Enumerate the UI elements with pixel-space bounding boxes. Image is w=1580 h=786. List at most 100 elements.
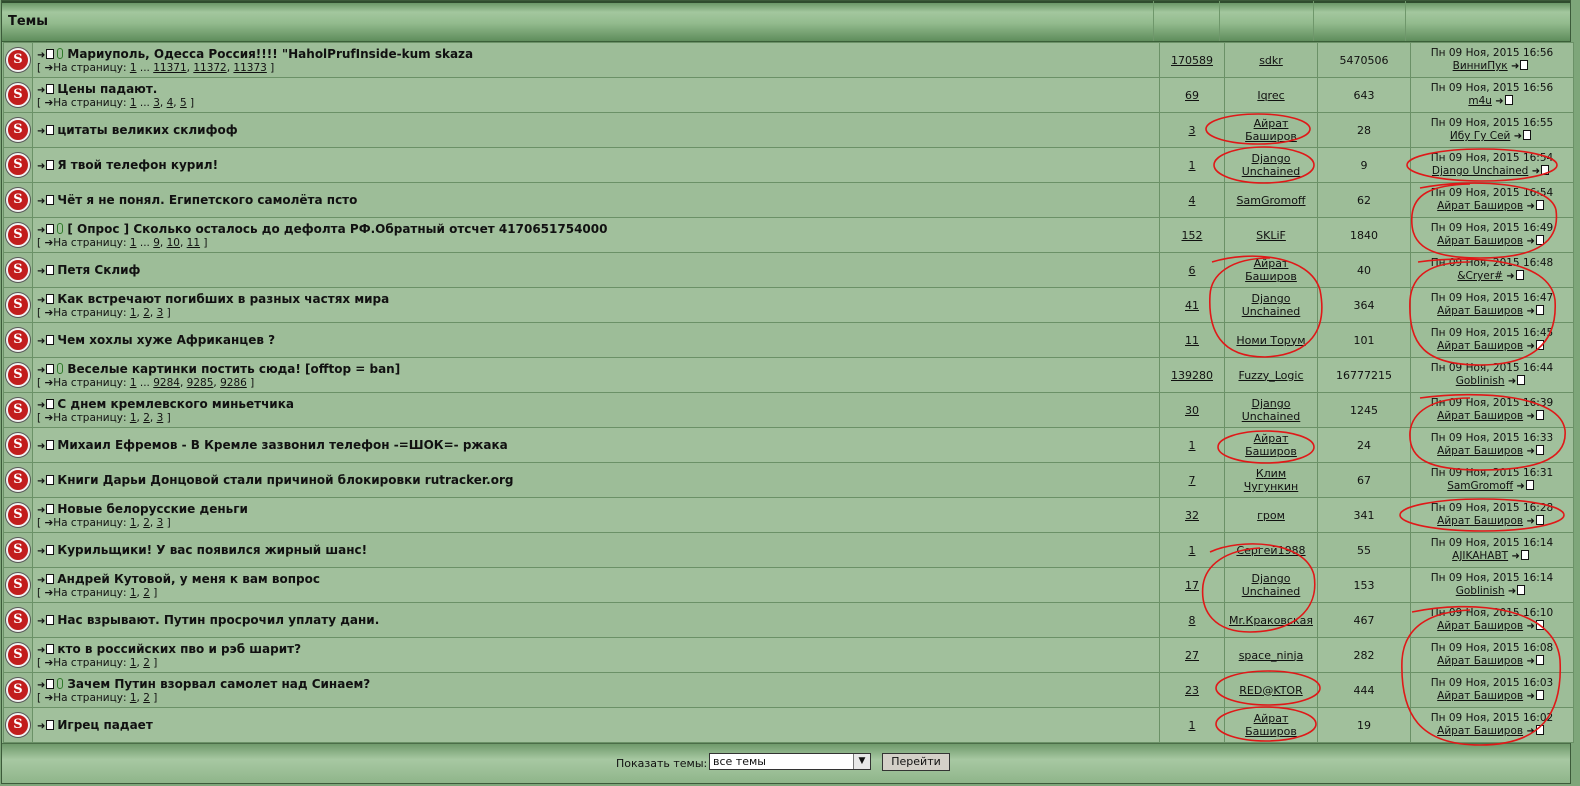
goto-last-post-icon[interactable]: ➜ [1514, 131, 1522, 142]
last-post-icon[interactable] [1535, 655, 1544, 665]
goto-new-icon[interactable]: ➜ [37, 126, 45, 137]
goto-last-post-icon[interactable]: ➜ [1511, 551, 1519, 562]
last-post-icon[interactable] [1535, 515, 1544, 525]
replies-link[interactable]: 1 [1189, 544, 1196, 557]
new-post-icon[interactable] [46, 545, 55, 555]
last-post-user-link[interactable]: Goblinish [1456, 585, 1505, 597]
new-post-icon[interactable] [46, 503, 55, 514]
last-post-icon[interactable] [1535, 340, 1544, 350]
replies-link[interactable]: 4 [1189, 194, 1196, 207]
author-link[interactable]: Django Unchained [1242, 292, 1301, 318]
goto-new-icon[interactable]: ➜ [37, 50, 45, 61]
goto-last-post-icon[interactable]: ➜ [1526, 726, 1534, 737]
page-link[interactable]: 9286 [220, 377, 247, 389]
page-link[interactable]: 1 [130, 62, 137, 74]
goto-new-icon[interactable]: ➜ [37, 546, 45, 557]
goto-last-post-icon[interactable]: ➜ [1526, 306, 1534, 317]
last-post-icon[interactable] [1523, 130, 1532, 140]
page-link[interactable]: 3 [157, 412, 164, 424]
new-post-icon[interactable] [46, 125, 55, 135]
topic-title[interactable]: кто в российских пво и рэб шарит? [57, 642, 301, 656]
replies-link[interactable]: 1 [1189, 719, 1196, 732]
replies-link[interactable]: 8 [1189, 614, 1196, 627]
page-link[interactable]: 1 [130, 237, 137, 249]
goto-new-icon[interactable]: ➜ [37, 645, 45, 656]
goto-last-post-icon[interactable]: ➜ [1532, 166, 1540, 177]
last-post-icon[interactable] [1535, 235, 1544, 245]
goto-new-icon[interactable]: ➜ [37, 441, 45, 452]
replies-link[interactable]: 23 [1185, 684, 1199, 697]
last-post-icon[interactable] [1520, 550, 1529, 560]
new-post-icon[interactable] [46, 475, 55, 485]
new-post-icon[interactable] [46, 223, 55, 234]
last-post-icon[interactable] [1517, 585, 1526, 595]
last-post-user-link[interactable]: Айрат Баширов [1437, 235, 1523, 247]
page-link[interactable]: 11 [187, 237, 200, 249]
last-post-user-link[interactable]: Ибу Гу Сей [1450, 130, 1510, 142]
goto-last-post-icon[interactable]: ➜ [1526, 656, 1534, 667]
replies-link[interactable]: 152 [1182, 229, 1203, 242]
goto-new-icon[interactable]: ➜ [37, 365, 45, 376]
last-post-user-link[interactable]: Айрат Баширов [1437, 410, 1523, 422]
topic-title[interactable]: Новые белорусские деньги [57, 502, 248, 516]
last-post-icon[interactable] [1541, 165, 1550, 175]
goto-new-icon[interactable]: ➜ [37, 266, 45, 277]
goto-last-post-icon[interactable]: ➜ [1506, 271, 1514, 282]
page-link[interactable]: 1 [130, 657, 137, 669]
topic-title[interactable]: С днем кремлевского миньетчика [57, 397, 294, 411]
last-post-user-link[interactable]: Айрат Баширов [1437, 515, 1523, 527]
new-post-icon[interactable] [46, 195, 55, 205]
page-link[interactable]: 3 [157, 307, 164, 319]
replies-link[interactable]: 170589 [1171, 54, 1213, 67]
goto-last-post-icon[interactable]: ➜ [1526, 236, 1534, 247]
replies-link[interactable]: 1 [1189, 439, 1196, 452]
page-link[interactable]: 11373 [233, 62, 266, 74]
last-post-icon[interactable] [1525, 480, 1534, 490]
page-link[interactable]: 1 [130, 307, 137, 319]
page-link[interactable]: 9285 [187, 377, 214, 389]
last-post-icon[interactable] [1535, 200, 1544, 210]
topic-title[interactable]: Петя Склиф [57, 263, 140, 277]
topic-title[interactable]: Андрей Кутовой, у меня к вам вопрос [57, 572, 320, 586]
goto-new-icon[interactable]: ➜ [37, 721, 45, 732]
page-link[interactable]: 4 [167, 97, 174, 109]
topic-title[interactable]: Нас взрывают. Путин просрочил уплату дан… [57, 613, 379, 627]
goto-last-post-icon[interactable]: ➜ [1526, 621, 1534, 632]
replies-link[interactable]: 27 [1185, 649, 1199, 662]
last-post-user-link[interactable]: ВинниПук [1453, 60, 1508, 72]
author-link[interactable]: гром [1257, 509, 1285, 522]
page-link[interactable]: 3 [153, 97, 160, 109]
chevron-down-icon[interactable]: ▼ [853, 754, 870, 769]
page-link[interactable]: 2 [143, 517, 150, 529]
page-link[interactable]: 3 [157, 517, 164, 529]
last-post-icon[interactable] [1517, 375, 1526, 385]
last-post-icon[interactable] [1535, 620, 1544, 630]
goto-new-icon[interactable]: ➜ [37, 295, 45, 306]
goto-last-post-icon[interactable]: ➜ [1526, 201, 1534, 212]
goto-last-post-icon[interactable]: ➜ [1508, 376, 1516, 387]
new-post-icon[interactable] [46, 615, 55, 625]
replies-link[interactable]: 17 [1185, 579, 1199, 592]
goto-new-icon[interactable]: ➜ [37, 161, 45, 172]
replies-link[interactable]: 7 [1189, 474, 1196, 487]
author-link[interactable]: Айрат Баширов [1245, 117, 1297, 143]
goto-last-post-icon[interactable]: ➜ [1526, 516, 1534, 527]
page-link[interactable]: 1 [130, 377, 137, 389]
goto-last-post-icon[interactable]: ➜ [1508, 586, 1516, 597]
topic-title[interactable]: Книги Дарьи Донцовой стали причиной блок… [57, 473, 513, 487]
page-link[interactable]: 11372 [193, 62, 226, 74]
goto-new-icon[interactable]: ➜ [37, 616, 45, 627]
author-link[interactable]: SamGromoff [1237, 194, 1306, 207]
goto-new-icon[interactable]: ➜ [37, 225, 45, 236]
goto-new-icon[interactable]: ➜ [37, 505, 45, 516]
last-post-user-link[interactable]: &Cryer# [1457, 270, 1503, 282]
page-link[interactable]: 1 [130, 587, 137, 599]
page-link[interactable]: 9 [153, 237, 160, 249]
author-link[interactable]: Django Unchained [1242, 572, 1301, 598]
last-post-user-link[interactable]: Айрат Баширов [1437, 445, 1523, 457]
last-post-icon[interactable] [1535, 690, 1544, 700]
topic-title[interactable]: Как встречают погибших в разных частях м… [57, 292, 389, 306]
goto-last-post-icon[interactable]: ➜ [1526, 446, 1534, 457]
goto-new-icon[interactable]: ➜ [37, 85, 45, 96]
author-link[interactable]: Django Unchained [1242, 397, 1301, 423]
